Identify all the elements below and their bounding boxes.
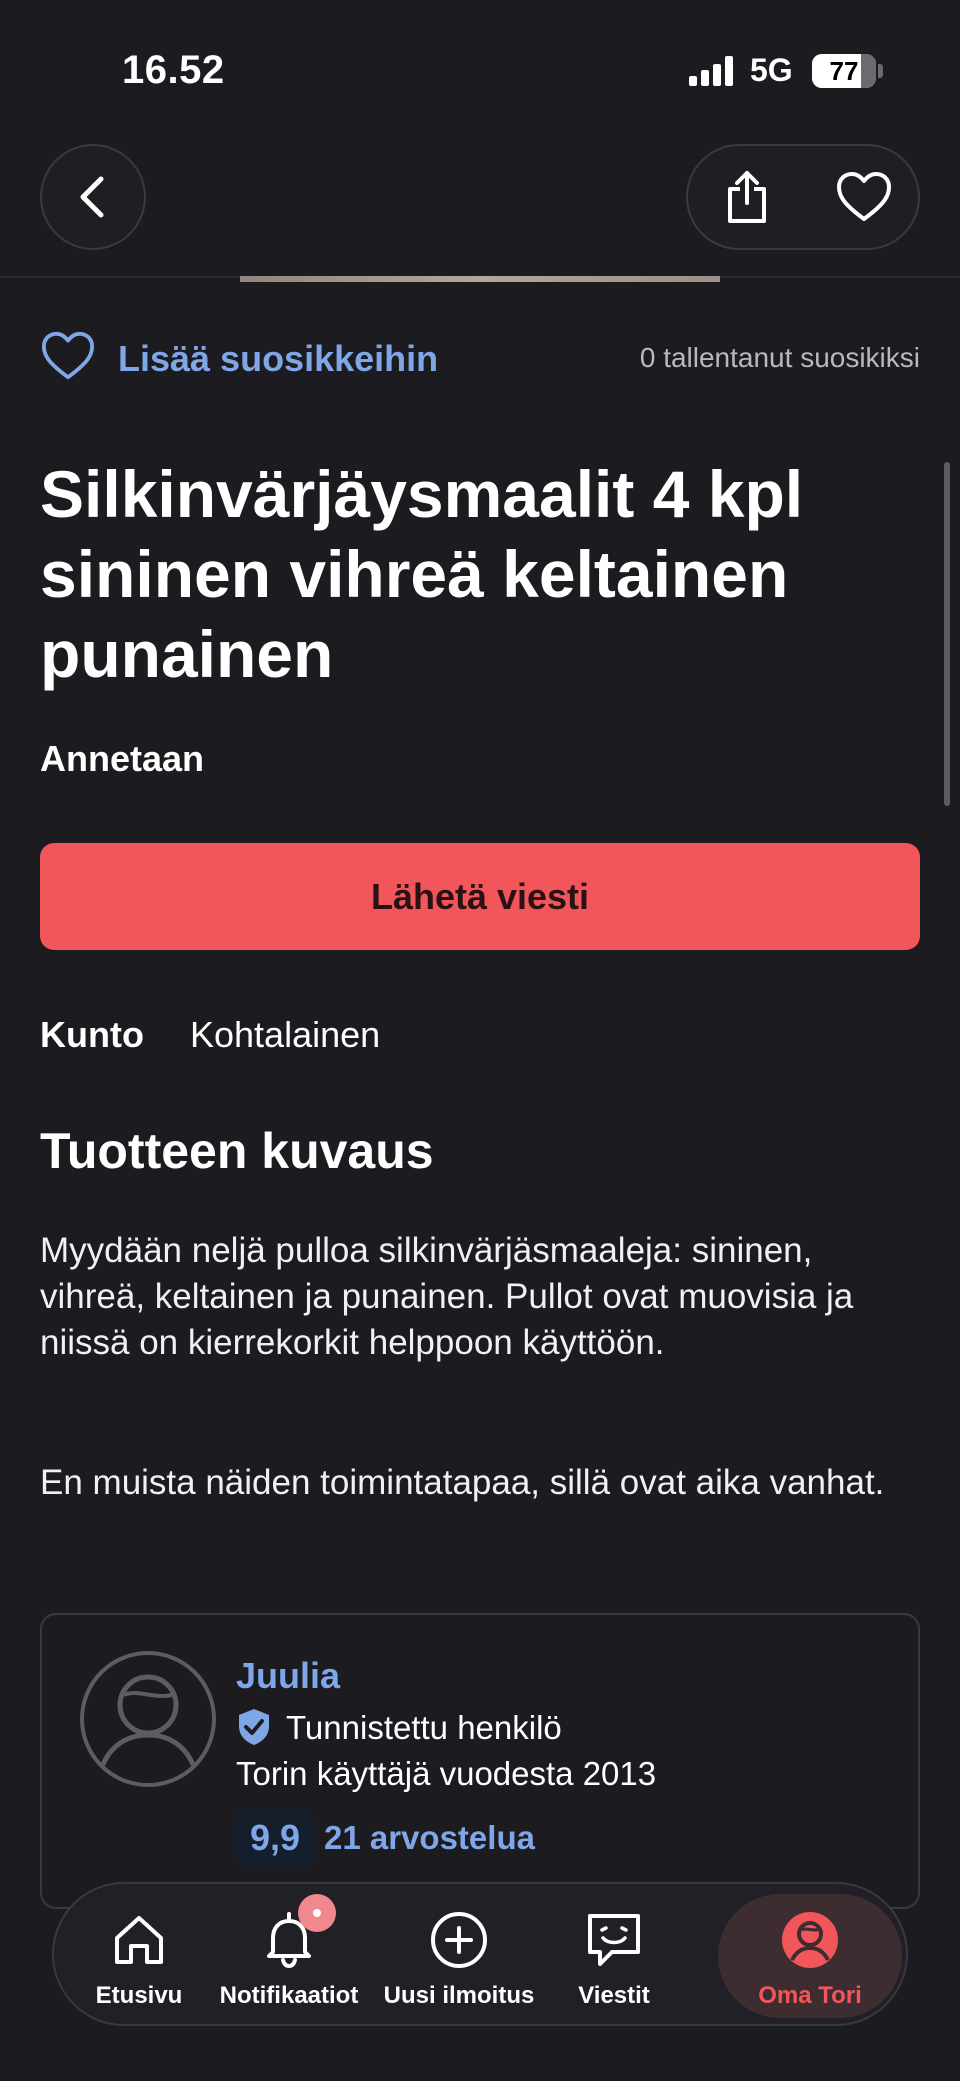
rating-badge: 9,9: [236, 1809, 314, 1867]
image-preview-strip[interactable]: [240, 276, 720, 282]
condition-label: Kunto: [40, 1014, 144, 1055]
bottom-tab-bar: Etusivu Notifikaatiot Uusi ilmoitus Vies…: [52, 1882, 908, 2026]
plus-circle-icon: [431, 1912, 487, 1968]
heart-icon: [836, 172, 891, 221]
scrollbar[interactable]: [944, 462, 950, 806]
favorite-toggle-button[interactable]: [805, 146, 922, 248]
chevron-left-icon: [80, 176, 104, 218]
tab-oma-tori[interactable]: Oma Tori: [718, 1884, 902, 2024]
description-heading: Tuotteen kuvaus: [40, 1123, 434, 1179]
chat-icon: [588, 1914, 640, 1966]
listing-title: Silkinvärjäysmaalit 4 kpl sininen vihreä…: [40, 457, 804, 691]
reviews-link[interactable]: 21 arvostelua: [324, 1819, 535, 1857]
signal-icon: [689, 56, 737, 86]
status-bar: 16.52 5G 77: [0, 0, 960, 140]
listing-price: Annetaan: [40, 738, 205, 779]
member-since: Torin käyttäjä vuodesta 2013: [236, 1755, 657, 1792]
battery-level: 77: [829, 56, 859, 86]
tab-label: Viestit: [578, 1982, 650, 2009]
action-pill: [686, 144, 920, 250]
battery-icon: 77: [812, 54, 876, 88]
favorite-row: Lisää suosikkeihin 0 tallentanut suosiki…: [40, 328, 920, 388]
send-message-button[interactable]: Lähetä viesti: [40, 843, 920, 950]
seller-name[interactable]: Juulia: [236, 1655, 340, 1697]
seller-card[interactable]: Juulia Tunnistettu henkilö Torin käyttäj…: [40, 1613, 920, 1909]
condition-value: Kohtalainen: [190, 1014, 381, 1055]
tab-label: Uusi ilmoitus: [383, 1982, 535, 2009]
network-label: 5G: [750, 52, 793, 88]
heart-outline-icon[interactable]: [40, 330, 96, 382]
status-time: 16.52: [122, 48, 225, 92]
battery-cap: [878, 64, 883, 78]
verified-text: Tunnistettu henkilö: [286, 1709, 562, 1746]
description-paragraph: Myydään neljä pulloa silkinvärjäsmaaleja…: [40, 1231, 854, 1362]
verified-shield-icon: [239, 1709, 269, 1745]
notification-badge: [298, 1894, 336, 1932]
tab-notifikaatiot[interactable]: Notifikaatiot: [214, 1884, 364, 2024]
add-to-favorites-link[interactable]: Lisää suosikkeihin: [118, 338, 438, 380]
user-placeholder-icon: [97, 1674, 199, 1774]
share-icon: [727, 171, 766, 223]
description-paragraph: En muista näiden toimintatapaa, sillä ov…: [40, 1463, 885, 1502]
tab-label: Oma Tori: [758, 1982, 862, 2009]
tab-label: Notifikaatiot: [219, 1982, 359, 2009]
tab-uusi-ilmoitus[interactable]: Uusi ilmoitus: [374, 1884, 544, 2024]
home-icon: [115, 1916, 163, 1964]
back-button[interactable]: [40, 144, 146, 250]
avatar: [80, 1651, 216, 1787]
tab-label: Etusivu: [95, 1982, 183, 2009]
tab-etusivu[interactable]: Etusivu: [76, 1884, 202, 2024]
profile-icon: [782, 1912, 838, 1968]
tab-viestit[interactable]: Viestit: [554, 1884, 674, 2024]
favorite-count: 0 tallentanut suosikiksi: [639, 342, 920, 373]
share-button[interactable]: [688, 146, 805, 248]
